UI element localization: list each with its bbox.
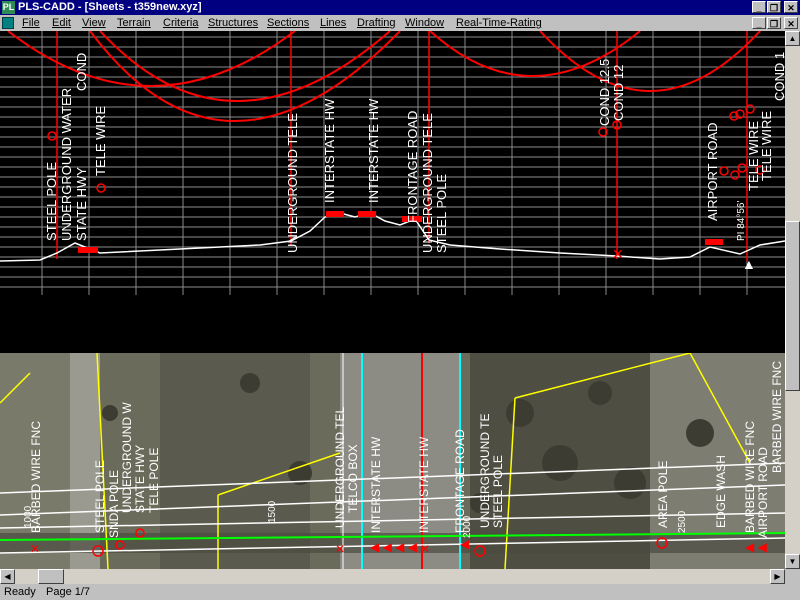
profile-label: INTERSTATE HW [366,98,381,203]
plan-label: EDGE WASH [714,455,728,528]
station-label: 2000 [462,515,473,538]
menu-structures[interactable]: Structures [208,16,258,30]
plan-view[interactable]: ✕ ✕ ✕ ◀ ◀ ◀ ◀ ◀ ◀ ◀ BARBED WIRE FNC STEEL PO… [0,353,785,569]
plan-label: UNDERGROUND W [120,402,134,513]
close-button[interactable]: ✕ [784,1,798,13]
scroll-left-arrow-icon[interactable]: ◀ [0,569,15,584]
plan-label: INTERSTATE HW [369,436,383,533]
doc-close-button[interactable]: ✕ [784,17,798,29]
menu-window[interactable]: Window [405,16,444,30]
svg-text:✕: ✕ [612,246,624,262]
doc-minimize-button[interactable]: _ [752,17,766,29]
svg-text:◀ ◀ ◀ ◀: ◀ ◀ ◀ ◀ [370,540,418,554]
station-label: 1500 [267,500,278,523]
view-separator [0,295,785,353]
plan-label: AREA POLE [656,461,670,528]
plan-label: STATE HWY [133,445,147,513]
scroll-up-arrow-icon[interactable]: ▲ [785,31,800,46]
horizontal-scrollbar[interactable]: ◀ ▶ [0,569,785,584]
plan-label: SNDA POLE [107,470,121,538]
document-icon[interactable] [2,17,14,29]
profile-label: COND [74,53,89,91]
plan-label: AIRPORT ROAD [756,447,770,538]
status-page: Page 1/7 [46,586,91,598]
title-bar[interactable]: PL PLS-CADD - [Sheets - t359new.xyz] _ ❐… [0,0,800,15]
menu-criteria[interactable]: Criteria [163,16,198,30]
scrollbar-corner [785,569,800,584]
svg-text:◀ ◀: ◀ ◀ [745,540,768,554]
plan-label: TELE POLE [147,448,161,513]
profile-label: UNDERGROUND WATER [59,88,74,241]
profile-label: COND 12.5 [597,59,612,126]
profile-label: COND 12 [611,65,626,121]
menu-drafting[interactable]: Drafting [357,16,396,30]
menu-sections[interactable]: Sections [267,16,309,30]
profile-drawing: ✕ ▲ STEEL POLE UNDERGROUND WATER STATE H… [0,31,785,295]
profile-view[interactable]: ✕ ▲ STEEL POLE UNDERGROUND WATER STATE H… [0,31,785,295]
menu-terrain[interactable]: Terrain [117,16,151,30]
profile-label: PI 84°56' [736,201,747,241]
conductor-span [7,31,296,87]
conductor-span [99,31,391,102]
svg-text:✕: ✕ [335,542,345,556]
profile-label: TELE WIRE [759,111,774,181]
profile-label: INTERSTATE HW [322,98,337,203]
svg-text:▲: ▲ [742,256,756,272]
vertical-scroll-thumb[interactable] [785,221,800,391]
status-bar: Ready Page 1/7 [0,584,800,600]
plan-label: BARBED WIRE FNC [743,421,757,533]
menu-file[interactable]: File [22,16,40,30]
plan-label: STEEL POLE [491,455,505,528]
profile-label: STEEL POLE [44,162,59,241]
app-icon[interactable]: PL [2,1,15,14]
vertical-scrollbar[interactable]: ▲ ▼ [785,31,800,569]
scroll-right-arrow-icon[interactable]: ▶ [770,569,785,584]
restore-button[interactable]: ❐ [767,1,781,13]
plan-label: TELCO BOX [346,444,360,513]
plan-label: STEEL POLE [93,460,107,533]
profile-label: FRONTAGE ROAD [405,111,420,223]
window-title: PLS-CADD - [Sheets - t359new.xyz] [18,1,202,13]
profile-label: STEEL POLE [434,174,449,253]
profile-label: TELE WIRE [93,106,108,176]
profile-label: UNDERGROUND TELE [420,113,435,253]
minimize-button[interactable]: _ [752,1,766,13]
profile-label: AIRPORT ROAD [705,123,720,221]
menu-bar: File Edit View Terrain Criteria Structur… [0,15,800,31]
doc-restore-button[interactable]: ❐ [767,17,781,29]
svg-text:✕: ✕ [420,542,430,556]
scroll-down-arrow-icon[interactable]: ▼ [785,554,800,569]
station-label: 1000 [23,505,34,528]
profile-label: UNDERGROUND TELE [285,113,300,253]
station-label: 2500 [677,510,688,533]
menu-lines[interactable]: Lines [320,16,346,30]
menu-real-time-rating[interactable]: Real-Time-Rating [456,16,542,30]
plan-label: UNDERGROUND TEL [333,407,347,528]
plan-label: INTERSTATE HW [417,436,431,533]
menu-edit[interactable]: Edit [52,16,71,30]
horizontal-scroll-thumb[interactable] [38,569,64,584]
profile-label: COND 1 [772,52,785,101]
plan-drawing: ✕ ✕ ✕ ◀ ◀ ◀ ◀ ◀ ◀ ◀ BARBED WIRE FNC STEEL PO… [0,353,785,569]
plan-label: BARBED WIRE FNC [770,361,784,473]
svg-text:◀: ◀ [460,537,470,551]
status-ready: Ready [4,586,36,598]
svg-text:✕: ✕ [30,542,40,556]
profile-label: STATE HWY [74,167,89,241]
plan-label: UNDERGROUND TE [478,414,492,528]
conductor-span [539,31,761,92]
menu-view[interactable]: View [82,16,106,30]
